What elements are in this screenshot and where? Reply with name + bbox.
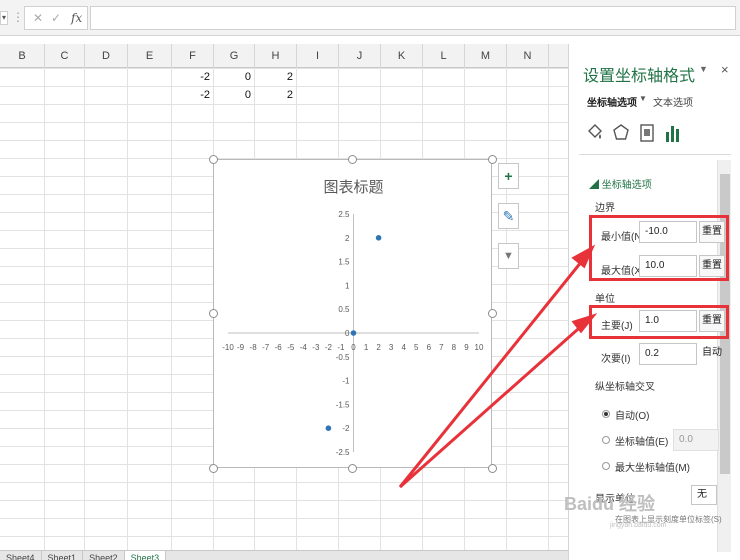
baidu-watermark-url: jingyan.baidu.com [610, 522, 667, 529]
baidu-watermark: Baidu 经验 [564, 494, 656, 514]
annotation-arrows [398, 244, 598, 489]
